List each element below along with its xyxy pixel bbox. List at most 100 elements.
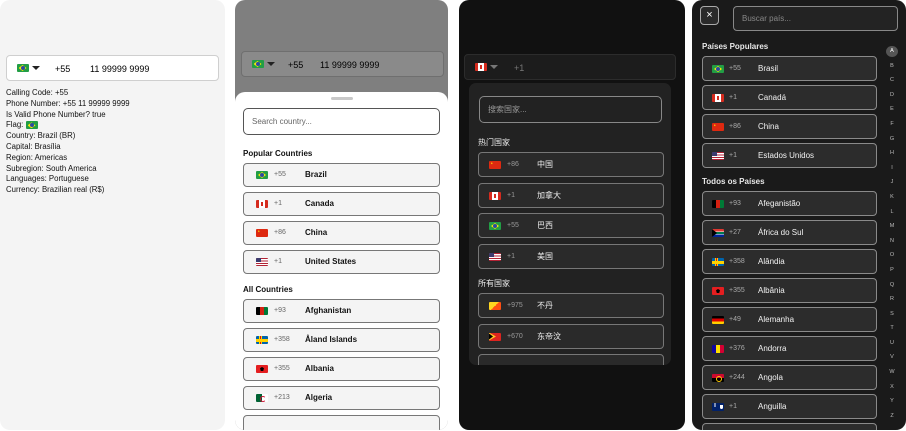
alphabet-letter-z[interactable]: Z	[886, 409, 898, 424]
calling-code: +55	[288, 60, 304, 70]
country-row[interactable]: +975 不丹	[478, 293, 664, 318]
country-row[interactable]: +358 Alândia	[702, 249, 877, 274]
br-flag-icon	[712, 65, 724, 73]
bt-flag-icon	[489, 302, 501, 310]
alphabet-letter-p[interactable]: P	[886, 263, 898, 278]
alphabet-letter-u[interactable]: U	[886, 336, 898, 351]
alphabet-letter-r[interactable]: R	[886, 292, 898, 307]
country-row[interactable]: +93 Afghanistan	[243, 299, 440, 323]
alphabet-letter-y[interactable]: Y	[886, 394, 898, 409]
country-selector-button[interactable]	[244, 54, 282, 74]
alphabet-letter-v[interactable]: V	[886, 350, 898, 365]
alphabet-letter-d[interactable]: D	[886, 88, 898, 103]
alphabet-letter-a[interactable]: A	[886, 46, 898, 57]
country-selector-button[interactable]	[467, 57, 505, 77]
country-name: Estados Unidos	[758, 151, 815, 160]
alphabet-letter-w[interactable]: W	[886, 365, 898, 380]
alphabet-letter-h[interactable]: H	[886, 146, 898, 161]
country-row[interactable]: +244 Angola	[702, 365, 877, 390]
popular-section-title: Países Populares	[702, 42, 769, 51]
popular-section-title: 热门国家	[478, 138, 510, 147]
phone-input-demo-panel: +55 11 99999 9999 Calling Code: +55 Phone…	[0, 0, 225, 430]
country-name: África do Sul	[758, 228, 804, 237]
country-row[interactable]: +55 Brazil	[243, 163, 440, 187]
country-name: Canadá	[758, 93, 787, 102]
dial-code: +358	[274, 336, 290, 343]
alphabet-letter-k[interactable]: K	[886, 190, 898, 205]
country-row[interactable]: +1 Estados Unidos	[702, 143, 877, 168]
country-row[interactable]	[243, 415, 440, 430]
sheet-drag-handle[interactable]	[331, 97, 353, 100]
ax-flag-icon	[712, 258, 724, 266]
us-flag-icon	[489, 252, 501, 261]
country-row[interactable]: +49 Alemanha	[702, 307, 877, 332]
country-row[interactable]: +1 Canadá	[702, 85, 877, 110]
alphabet-letter-o[interactable]: O	[886, 248, 898, 263]
country-row[interactable]: +86 China	[243, 221, 440, 245]
dial-code: +55	[274, 171, 286, 178]
alphabet-letter-g[interactable]: G	[886, 132, 898, 147]
alphabet-letter-n[interactable]: N	[886, 234, 898, 249]
country-row[interactable]: +376 Andorra	[702, 336, 877, 361]
country-row[interactable]: +670 东帝汶	[478, 323, 664, 349]
country-row[interactable]: +213 Algeria	[243, 386, 440, 410]
info-line: Region: Americas	[6, 152, 68, 162]
search-input[interactable]: Buscar país...	[733, 6, 898, 31]
info-line: Languages: Portuguese	[6, 174, 89, 184]
ax-flag-icon	[256, 336, 268, 344]
alphabet-letter-q[interactable]: Q	[886, 278, 898, 293]
alphabet-letter-t[interactable]: T	[886, 321, 898, 336]
phone-field[interactable]: +1	[464, 54, 676, 80]
country-row[interactable]: +55 巴西	[478, 213, 664, 238]
country-row[interactable]: +27 África do Sul	[702, 220, 877, 245]
alphabet-letter-x[interactable]: X	[886, 380, 898, 395]
alphabet-letter-s[interactable]: S	[886, 307, 898, 322]
country-row[interactable]: +358 Åland Islands	[243, 328, 440, 352]
country-name: Afeganistão	[758, 199, 801, 208]
chevron-down-icon	[31, 66, 40, 70]
country-row[interactable]: +355 Albânia	[702, 278, 877, 303]
phone-number-input[interactable]: 11 99999 9999	[320, 52, 379, 78]
country-row[interactable]: +1 加拿大	[478, 182, 664, 208]
info-line: Subregion: South America	[6, 163, 97, 173]
country-selector-button[interactable]	[9, 58, 47, 78]
country-name: Angola	[758, 373, 783, 382]
country-row[interactable]: +86 China	[702, 114, 877, 139]
search-input[interactable]: 搜索国家...	[479, 96, 662, 123]
ca-flag-icon	[489, 191, 501, 200]
dial-code: +244	[729, 374, 745, 381]
alphabet-letter-i[interactable]: I	[886, 161, 898, 176]
canada-flag-icon	[474, 63, 487, 71]
info-line: Phone Number: +55 11 99999 9999	[6, 98, 130, 108]
alphabet-letter-b[interactable]: B	[886, 59, 898, 74]
country-row[interactable]	[478, 354, 664, 365]
country-row[interactable]: +355 Albania	[243, 357, 440, 381]
alphabet-letter-m[interactable]: M	[886, 219, 898, 234]
info-line: Flag:	[6, 120, 130, 131]
phone-number-input[interactable]: 11 99999 9999	[90, 56, 149, 82]
search-input[interactable]: Search country...	[243, 108, 440, 135]
country-row[interactable]: +1 Canada	[243, 192, 440, 216]
alphabet-letter-l[interactable]: L	[886, 205, 898, 220]
country-row[interactable]: +1 美国	[478, 243, 664, 269]
phone-field[interactable]: +55 11 99999 9999	[241, 51, 444, 77]
alphabet-index[interactable]: ABCDEFGHIJKLMNOPQRSTUVWXYZ	[886, 44, 898, 423]
country-row[interactable]: +93 Afeganistão	[702, 191, 877, 216]
ai-flag-icon	[712, 403, 724, 411]
country-row[interactable]: +1 United States	[243, 250, 440, 274]
country-row[interactable]: +86 中国	[478, 152, 664, 177]
close-button[interactable]: ×	[700, 6, 719, 25]
alphabet-letter-e[interactable]: E	[886, 102, 898, 117]
alphabet-letter-c[interactable]: C	[886, 73, 898, 88]
calling-code: +55	[55, 64, 71, 74]
brazil-flag-icon	[16, 64, 29, 72]
country-row[interactable]: +1 Anguilla	[702, 394, 877, 419]
country-name: Åland Islands	[305, 335, 358, 344]
za-flag-icon	[712, 229, 724, 237]
alphabet-letter-f[interactable]: F	[886, 117, 898, 132]
phone-field[interactable]: +55 11 99999 9999	[6, 55, 219, 81]
alphabet-letter-j[interactable]: J	[886, 175, 898, 190]
country-row[interactable]: +55 Brasil	[702, 56, 877, 81]
country-row[interactable]	[702, 423, 877, 430]
country-picker-sheet: Search country... Popular Countries All …	[235, 92, 448, 430]
